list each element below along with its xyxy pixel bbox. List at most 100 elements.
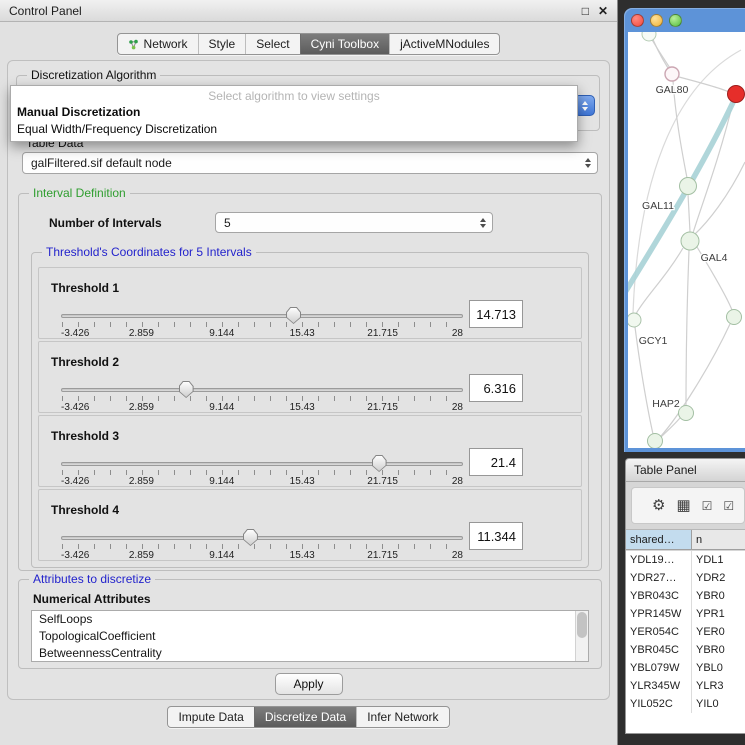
threshold-value-input[interactable]: 14.713 (469, 300, 523, 328)
cell[interactable]: YLR345W (626, 677, 692, 695)
threshold-value-input[interactable]: 6.316 (469, 374, 523, 402)
cell[interactable]: YER054C (626, 623, 692, 641)
table-header-row: shared… n (626, 530, 745, 550)
threshold-panel: Threshold 2 -3.426 2.859 9.144 15.43 21.… (38, 341, 582, 413)
slider-track[interactable] (61, 388, 463, 392)
close-traffic-light[interactable] (631, 14, 644, 27)
window-controls (631, 14, 682, 27)
tab-infer-network[interactable]: Infer Network (356, 707, 448, 727)
cell[interactable]: YIL0 (692, 695, 745, 713)
table-row[interactable]: YIL052C YIL0 (626, 695, 745, 713)
list-item[interactable]: SelfLoops (32, 611, 588, 628)
cell[interactable]: YLR3 (692, 677, 745, 695)
threshold-slider[interactable]: -3.426 2.859 9.144 15.43 21.715 28 (61, 534, 463, 560)
tab-jactivemnodules[interactable]: jActiveMNodules (389, 34, 499, 54)
dropdown-option-equal-width[interactable]: Equal Width/Frequency Discretization (11, 121, 577, 138)
network-node[interactable] (642, 32, 656, 41)
list-scrollbar[interactable] (575, 611, 588, 661)
cell[interactable]: YBR0 (692, 641, 745, 659)
cell[interactable]: YIL052C (626, 695, 692, 713)
table-row[interactable]: YPR145W YPR1 (626, 605, 745, 623)
apply-button[interactable]: Apply (275, 673, 343, 695)
tab-label: Network (144, 37, 188, 51)
threshold-slider[interactable]: -3.426 2.859 9.144 15.43 21.715 28 (61, 312, 463, 338)
threshold-slider[interactable]: -3.426 2.859 9.144 15.43 21.715 28 (61, 386, 463, 412)
float-window-icon[interactable]: □ (582, 5, 589, 17)
slider-scale: -3.426 2.859 9.144 15.43 21.715 28 (61, 550, 463, 562)
table-row[interactable]: YBR043C YBR0 (626, 587, 745, 605)
network-node[interactable] (679, 406, 694, 421)
cell[interactable]: YBL079W (626, 659, 692, 677)
scale-label: 21.715 (367, 476, 398, 487)
table-panel-titlebar[interactable]: Table Panel (626, 459, 745, 482)
cell[interactable]: YBL0 (692, 659, 745, 677)
network-node[interactable] (681, 232, 699, 250)
cell[interactable]: YPR145W (626, 605, 692, 623)
network-node[interactable] (680, 178, 697, 195)
checkbox-icon[interactable]: ☑ (723, 500, 734, 512)
network-node-label: HAP2 (652, 398, 680, 410)
table-row[interactable]: YBR045C YBR0 (626, 641, 745, 659)
network-view-window[interactable]: GAL80 GAL11 GAL4 GCY1 HAP2 (624, 8, 745, 452)
list-item[interactable]: BetweennessCentrality (32, 645, 588, 662)
close-icon[interactable]: ✕ (598, 5, 608, 17)
scale-label: 15.43 (290, 328, 315, 339)
highlighted-edge[interactable] (628, 96, 736, 294)
threshold-label: Threshold 2 (51, 355, 119, 369)
threshold-value-input[interactable]: 11.344 (469, 522, 523, 550)
cell[interactable]: YBR045C (626, 641, 692, 659)
scrollbar-thumb[interactable] (577, 612, 587, 638)
cell[interactable]: YDR2 (692, 569, 745, 587)
table-row[interactable]: YER054C YER0 (626, 623, 745, 641)
cell[interactable]: YER0 (692, 623, 745, 641)
network-node[interactable] (648, 434, 663, 449)
threshold-panel: Threshold 3 -3.426 2.859 9.144 15.43 21.… (38, 415, 582, 487)
threshold-value-input[interactable]: 21.4 (469, 448, 523, 476)
checkbox-icon[interactable]: ☑ (702, 500, 713, 512)
threshold-slider[interactable]: -3.426 2.859 9.144 15.43 21.715 28 (61, 460, 463, 486)
number-of-intervals-combo[interactable]: 5 (215, 212, 493, 233)
tab-discretize-data[interactable]: Discretize Data (254, 707, 356, 727)
network-node[interactable] (665, 67, 679, 81)
cell[interactable]: YBR043C (626, 587, 692, 605)
list-item[interactable]: TopologicalCoefficient (32, 628, 588, 645)
table-body[interactable]: YDL19… YDL1 YDR27… YDR2 YBR043C YBR0 YPR… (626, 551, 745, 733)
cell[interactable]: YPR1 (692, 605, 745, 623)
table-data-combo[interactable]: galFiltered.sif default node (22, 152, 598, 174)
slider-scale: -3.426 2.859 9.144 15.43 21.715 28 (61, 476, 463, 488)
cell[interactable]: YDR27… (626, 569, 692, 587)
dropdown-option-manual-discretization[interactable]: Manual Discretization (11, 104, 577, 121)
zoom-traffic-light[interactable] (669, 14, 682, 27)
network-canvas[interactable]: GAL80 GAL11 GAL4 GCY1 HAP2 (628, 32, 745, 448)
group-title: Interval Definition (29, 186, 130, 200)
tab-network[interactable]: Network (118, 34, 198, 54)
numerical-attributes-list[interactable]: SelfLoops TopologicalCoefficient Between… (31, 610, 589, 662)
columns-icon[interactable]: ▦ (676, 498, 690, 513)
tab-cyni-toolbox[interactable]: Cyni Toolbox (300, 34, 389, 54)
table-toolbar-group: ⚙ ▦ ☑ ☑ ☑ (631, 487, 745, 524)
column-header-name[interactable]: n (692, 530, 745, 549)
tab-impute-data[interactable]: Impute Data (168, 707, 253, 727)
slider-track[interactable] (61, 462, 463, 466)
table-row[interactable]: YDL19… YDL1 (626, 551, 745, 569)
table-row[interactable]: YBL079W YBL0 (626, 659, 745, 677)
tab-style[interactable]: Style (198, 34, 246, 54)
cell[interactable]: YBR0 (692, 587, 745, 605)
network-node[interactable] (628, 313, 641, 327)
slider-track[interactable] (61, 536, 463, 540)
table-row[interactable]: YDR27… YDR2 (626, 569, 745, 587)
table-row[interactable]: YLR345W YLR3 (626, 677, 745, 695)
tab-select[interactable]: Select (245, 34, 299, 54)
tab-label: Style (209, 37, 236, 51)
gear-icon[interactable]: ⚙ (652, 498, 665, 513)
column-header-shared-name[interactable]: shared… (626, 530, 692, 549)
minimize-traffic-light[interactable] (650, 14, 663, 27)
combo-arrows-icon (480, 218, 486, 228)
chevron-up-icon (582, 101, 588, 105)
network-node-selected[interactable] (728, 86, 745, 103)
control-panel-titlebar: Control Panel □ ✕ (0, 0, 617, 22)
slider-track[interactable] (61, 314, 463, 318)
network-node[interactable] (727, 310, 742, 325)
cell[interactable]: YDL19… (626, 551, 692, 569)
cell[interactable]: YDL1 (692, 551, 745, 569)
